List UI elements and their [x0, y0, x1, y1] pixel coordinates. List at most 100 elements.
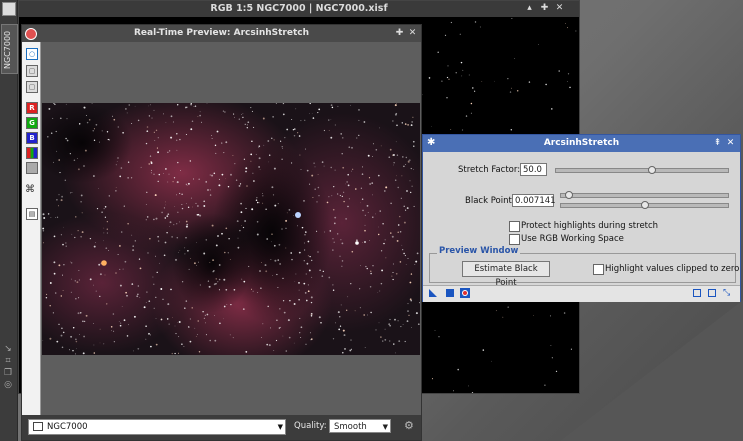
star — [378, 226, 379, 228]
star — [538, 44, 539, 46]
zoom-one-icon[interactable]: ▢ — [26, 81, 38, 93]
arrow-icon[interactable]: ↘ — [3, 344, 13, 354]
star — [243, 280, 246, 283]
star — [155, 318, 157, 319]
close-icon[interactable]: ✕ — [725, 138, 736, 149]
stretch-factor-slider[interactable] — [555, 166, 729, 174]
star — [150, 161, 153, 164]
star — [194, 105, 197, 107]
channel-rgb-icon[interactable] — [26, 147, 38, 159]
black-point-coarse-slider[interactable] — [560, 191, 729, 199]
reset-icon[interactable] — [708, 289, 716, 297]
star — [105, 247, 108, 250]
star — [59, 117, 62, 120]
star — [56, 150, 58, 152]
star — [255, 199, 258, 202]
close-icon[interactable]: ✕ — [554, 3, 565, 14]
star — [162, 113, 165, 115]
star — [266, 238, 269, 240]
star — [50, 132, 53, 134]
close-icon[interactable]: ✕ — [407, 28, 418, 39]
star — [42, 227, 45, 230]
star — [403, 165, 405, 168]
camera-icon[interactable]: ⌘ — [25, 185, 37, 195]
star — [83, 106, 86, 109]
star — [93, 344, 95, 346]
star — [120, 231, 123, 233]
star — [107, 250, 109, 251]
stretch-factor-input[interactable]: 50.0 — [520, 163, 547, 176]
channel-r-button[interactable]: R — [26, 102, 38, 114]
star — [247, 121, 250, 124]
dock-tab-label: NGC7000 — [3, 30, 12, 69]
black-point-fine-slider[interactable] — [560, 201, 729, 209]
shade-icon[interactable]: ⇞ — [712, 138, 723, 149]
star — [70, 335, 73, 338]
star — [169, 225, 170, 227]
star — [66, 118, 68, 120]
layers-icon[interactable]: ❐ — [3, 368, 13, 378]
black-point-input[interactable]: 0.007141 — [512, 194, 556, 207]
pin-icon[interactable]: ✚ — [394, 28, 405, 39]
star — [174, 206, 176, 207]
star — [411, 185, 413, 187]
apply-icon[interactable] — [446, 289, 454, 297]
star — [58, 159, 60, 161]
dock-window-icon[interactable] — [2, 2, 16, 16]
close-preview-icon[interactable] — [25, 28, 37, 40]
star — [240, 202, 242, 205]
star — [279, 263, 281, 265]
preview-window[interactable]: Real-Time Preview: ArcsinhStretch ✚ ✕ ○ … — [21, 24, 422, 441]
realtime-preview-icon[interactable] — [460, 288, 470, 298]
preview-image[interactable] — [42, 103, 420, 355]
star — [358, 134, 360, 137]
star — [431, 126, 432, 128]
zoom-fit-icon[interactable]: ▢ — [26, 65, 38, 77]
quality-select[interactable]: Smooth ▼ — [329, 419, 391, 433]
star — [495, 310, 497, 312]
gear-icon[interactable]: ⚙ — [404, 419, 414, 432]
star — [145, 142, 148, 145]
new-preview-icon[interactable]: ▤ — [26, 208, 38, 220]
star — [65, 245, 67, 247]
pin-icon[interactable]: ✚ — [539, 3, 550, 14]
arcsinh-dialog[interactable]: ArcsinhStretch ✱ ⇞ ✕ Stretch Factor: 50.… — [422, 134, 741, 302]
dock-image-tab[interactable]: NGC7000 — [1, 24, 18, 74]
star — [392, 263, 394, 265]
estimate-black-point-button[interactable]: Estimate Black Point — [462, 261, 550, 288]
shade-icon[interactable]: ▴ — [524, 3, 535, 14]
star — [127, 223, 129, 225]
star — [351, 170, 352, 172]
target-icon[interactable]: ◎ — [3, 380, 13, 390]
highlight-clipped-checkbox[interactable] — [593, 264, 604, 275]
star — [75, 340, 78, 343]
bright-orange-star — [101, 260, 107, 266]
channel-lum-icon[interactable] — [26, 162, 38, 174]
black-coarse-knob[interactable] — [565, 191, 573, 199]
star — [121, 306, 123, 307]
star — [281, 228, 283, 230]
star — [507, 78, 509, 80]
rgb-working-space-checkbox[interactable] — [509, 234, 520, 245]
star — [68, 349, 71, 351]
realtime-preview-icon[interactable]: ○ — [26, 48, 38, 60]
gear-icon[interactable]: ✱ — [427, 137, 435, 148]
stretch-slider-knob[interactable] — [648, 166, 656, 174]
crop-icon[interactable]: ⌗ — [3, 356, 13, 366]
channel-g-button[interactable]: G — [26, 117, 38, 129]
protect-highlights-checkbox[interactable] — [509, 221, 520, 232]
star — [555, 370, 558, 373]
channel-b-button[interactable]: B — [26, 132, 38, 144]
star — [528, 81, 531, 83]
star — [126, 295, 128, 297]
black-fine-knob[interactable] — [641, 201, 649, 209]
star — [277, 203, 279, 205]
documentation-icon[interactable] — [693, 289, 701, 297]
star — [284, 136, 286, 139]
expand-icon[interactable]: ⤡ — [723, 289, 731, 298]
new-instance-icon[interactable] — [429, 289, 437, 297]
star — [58, 264, 61, 267]
view-selector[interactable]: NGC7000 ▼ — [28, 419, 286, 435]
star — [153, 283, 155, 285]
star — [143, 306, 146, 309]
